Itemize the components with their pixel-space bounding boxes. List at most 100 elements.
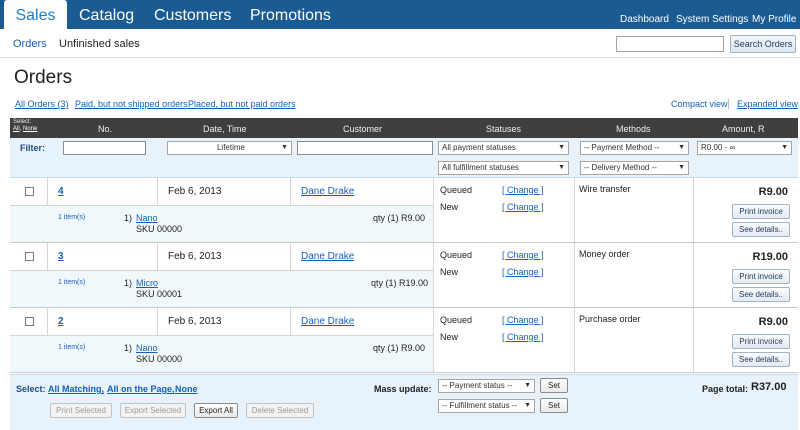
compact-view-link[interactable]: Compact view bbox=[671, 99, 728, 109]
fulfillment-status: New bbox=[440, 267, 459, 277]
change-fulfillment-status-link[interactable]: [ Change ] bbox=[502, 267, 544, 277]
customer-link[interactable]: Dane Drake bbox=[301, 251, 354, 262]
filter-delivery-method-select[interactable]: -- Delivery Method -- ▼ bbox=[580, 161, 689, 175]
order-number-link[interactable]: 2 bbox=[58, 316, 64, 327]
mass-fulfillment-status-select[interactable]: -- Fulfillment status -- ▼ bbox=[438, 399, 535, 413]
header-date[interactable]: Date, Time bbox=[203, 124, 247, 134]
filter-delivery-method-value: -- Delivery Method -- bbox=[584, 163, 657, 172]
payment-status: Queued bbox=[440, 250, 473, 260]
divider bbox=[574, 308, 575, 372]
see-details-button[interactable]: See details.. bbox=[732, 352, 790, 367]
filter-payment-method-select[interactable]: -- Payment Method -- ▼ bbox=[580, 141, 689, 155]
items-count[interactable]: 1 item(s) bbox=[58, 279, 85, 286]
chevron-down-icon: ▼ bbox=[678, 144, 685, 151]
divider bbox=[47, 243, 48, 271]
export-all-button[interactable]: Export All bbox=[194, 403, 238, 418]
row-checkbox[interactable] bbox=[25, 252, 34, 261]
filter-customer-input[interactable] bbox=[297, 141, 433, 155]
print-invoice-button[interactable]: Print invoice bbox=[732, 269, 790, 284]
sub-nav: Orders Unfinished sales Search Orders bbox=[0, 29, 800, 58]
print-selected-button[interactable]: Print Selected bbox=[50, 403, 112, 418]
order-date: Feb 6, 2013 bbox=[168, 251, 222, 262]
subnav-orders[interactable]: Orders bbox=[13, 38, 47, 50]
mass-payment-status-select[interactable]: -- Payment status -- ▼ bbox=[438, 379, 535, 393]
footer-select-label: Select: bbox=[16, 384, 46, 394]
product-link[interactable]: Nano bbox=[136, 213, 158, 223]
filter-number-input[interactable] bbox=[63, 141, 146, 155]
set-payment-status-button[interactable]: Set bbox=[540, 378, 568, 393]
set-fulfillment-status-button[interactable]: Set bbox=[540, 398, 568, 413]
payment-method: Money order bbox=[579, 249, 630, 259]
header-amount[interactable]: Amount, R bbox=[722, 124, 765, 134]
filter-row: Filter: Lifetime ▼ All payment statuses ▼ … bbox=[10, 138, 798, 178]
customer-link[interactable]: Dane Drake bbox=[301, 186, 354, 197]
print-invoice-button[interactable]: Print invoice bbox=[732, 334, 790, 349]
divider bbox=[290, 308, 291, 336]
my-profile-link[interactable]: My Profile bbox=[752, 14, 796, 25]
tab-customers[interactable]: Customers bbox=[154, 0, 231, 29]
view-divider bbox=[728, 99, 729, 109]
system-settings-link[interactable]: System Settings bbox=[676, 14, 748, 25]
filter-label: Filter: bbox=[20, 143, 46, 153]
customer-link[interactable]: Dane Drake bbox=[301, 316, 354, 327]
filter-date-select[interactable]: Lifetime ▼ bbox=[167, 141, 292, 155]
header-customer[interactable]: Customer bbox=[343, 124, 382, 134]
change-payment-status-link[interactable]: [ Change ] bbox=[502, 315, 544, 325]
divider bbox=[290, 178, 291, 206]
filter-payment-status-select[interactable]: All payment statuses ▼ bbox=[438, 141, 569, 155]
product-link[interactable]: Micro bbox=[136, 278, 158, 288]
item-qty-price: qty (1) R9.00 bbox=[373, 213, 426, 223]
see-details-button[interactable]: See details.. bbox=[732, 222, 790, 237]
product-link[interactable]: Nano bbox=[136, 343, 158, 353]
search-orders-button[interactable]: Search Orders bbox=[730, 35, 796, 53]
change-fulfillment-status-link[interactable]: [ Change ] bbox=[502, 202, 544, 212]
tab-sales[interactable]: Sales bbox=[4, 0, 67, 29]
filter-amount-select[interactable]: R0.00 - ∞ ▼ bbox=[697, 141, 792, 155]
expanded-view-link[interactable]: Expanded view bbox=[737, 99, 798, 109]
items-count[interactable]: 1 item(s) bbox=[58, 344, 85, 351]
row-checkbox[interactable] bbox=[25, 317, 34, 326]
subnav-unfinished-sales[interactable]: Unfinished sales bbox=[59, 38, 140, 50]
change-payment-status-link[interactable]: [ Change ] bbox=[502, 250, 544, 260]
order-amount: R19.00 bbox=[752, 251, 788, 263]
divider bbox=[47, 178, 48, 206]
delete-selected-button[interactable]: Delete Selected bbox=[246, 403, 314, 418]
quick-filter-all-orders[interactable]: All Orders (3) bbox=[15, 99, 69, 109]
divider bbox=[693, 243, 694, 307]
select-none-link[interactable]: None bbox=[23, 126, 37, 132]
select-all-link[interactable]: All bbox=[13, 126, 20, 132]
items-count[interactable]: 1 item(s) bbox=[58, 214, 85, 221]
select-none-link[interactable]: None bbox=[175, 384, 198, 394]
divider bbox=[693, 178, 694, 242]
row-checkbox[interactable] bbox=[25, 187, 34, 196]
quick-filter-placed-not-paid[interactable]: Placed, but not paid orders bbox=[188, 99, 296, 109]
select-all-on-page-link[interactable]: All on the Page, bbox=[107, 384, 175, 394]
dashboard-link[interactable]: Dashboard bbox=[620, 14, 669, 25]
table-row: 3 Feb 6, 2013 Dane Drake 1 item(s) 1) Mi… bbox=[10, 243, 798, 308]
chevron-down-icon: ▼ bbox=[558, 144, 565, 151]
order-main bbox=[10, 178, 434, 206]
header-no[interactable]: No. bbox=[98, 124, 112, 134]
header-methods: Methods bbox=[616, 124, 651, 134]
divider bbox=[157, 178, 158, 206]
search-input[interactable] bbox=[616, 36, 724, 52]
divider bbox=[433, 243, 434, 307]
payment-method: Purchase order bbox=[579, 314, 641, 324]
select-all-matching-link[interactable]: All Matching, bbox=[48, 384, 104, 394]
filter-fulfillment-status-select[interactable]: All fulfillment statuses ▼ bbox=[438, 161, 569, 175]
see-details-button[interactable]: See details.. bbox=[732, 287, 790, 302]
export-selected-button[interactable]: Export Selected bbox=[120, 403, 186, 418]
order-number-link[interactable]: 4 bbox=[58, 186, 64, 197]
order-number-link[interactable]: 3 bbox=[58, 251, 64, 262]
change-payment-status-link[interactable]: [ Change ] bbox=[502, 185, 544, 195]
product-sku: SKU 00001 bbox=[136, 289, 183, 299]
quick-filter-paid-not-shipped[interactable]: Paid, but not shipped orders bbox=[75, 99, 188, 109]
order-amount: R9.00 bbox=[758, 316, 788, 328]
change-fulfillment-status-link[interactable]: [ Change ] bbox=[502, 332, 544, 342]
tab-promotions[interactable]: Promotions bbox=[250, 0, 331, 29]
item-qty-price: qty (1) R9.00 bbox=[373, 343, 426, 353]
chevron-down-icon: ▼ bbox=[781, 144, 788, 151]
page-title: Orders bbox=[14, 67, 73, 88]
print-invoice-button[interactable]: Print invoice bbox=[732, 204, 790, 219]
tab-catalog[interactable]: Catalog bbox=[79, 0, 134, 29]
